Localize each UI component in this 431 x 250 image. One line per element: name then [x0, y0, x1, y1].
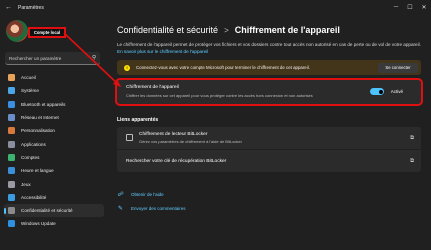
related-links-heading: Liens apparentés	[117, 117, 159, 123]
sidebar-item-label: Système	[21, 88, 39, 94]
windows-update-icon	[8, 220, 15, 228]
encryption-toggle[interactable]	[370, 88, 384, 95]
bitlocker-icon	[126, 134, 133, 141]
search-box[interactable]: ⚲	[5, 52, 100, 65]
search-input[interactable]	[9, 55, 89, 61]
warning-icon: !	[124, 64, 130, 71]
sidebar-item-label: Applications	[21, 141, 46, 147]
sidebar-item-network[interactable]: Réseau et Internet	[4, 111, 104, 124]
sidebar-item-label: Windows Update	[21, 221, 56, 227]
intro-description: Le chiffrement de l'appareil permet de p…	[117, 42, 421, 47]
maximize-icon[interactable]: ☐	[403, 0, 417, 14]
sidebar-item-label: Jeux	[21, 181, 31, 187]
sidebar-item-home[interactable]: Accueil	[4, 71, 104, 84]
encryption-description: Chiffrer les données sur cet appareil po…	[126, 92, 313, 98]
encryption-title: Chiffrement de l'appareil	[126, 85, 179, 90]
brush-icon	[8, 127, 15, 135]
sidebar-item-label: Bluetooth et appareils	[21, 101, 66, 107]
back-arrow-icon[interactable]: ←	[5, 3, 15, 13]
sidebar-item-accessibility[interactable]: Accessibilité	[4, 191, 104, 204]
encryption-state-label: Activé	[390, 89, 403, 94]
home-icon	[8, 74, 15, 82]
sidebar-item-system[interactable]: Système	[4, 84, 104, 97]
accessibility-icon	[8, 193, 15, 201]
feedback-icon: ✎	[117, 206, 124, 212]
shield-icon	[8, 207, 15, 215]
help-icon: ☍	[117, 192, 124, 198]
feedback-label: Envoyer des commentaires	[131, 206, 186, 211]
window-title: Paramètres	[18, 5, 44, 11]
window-controls: ─ ☐ ✕	[389, 0, 431, 14]
sidebar-item-label: Heure et langue	[21, 168, 54, 174]
learn-more-link[interactable]: En savoir plus sur le chiffrement de l'a…	[117, 49, 208, 54]
intro-text: Le chiffrement de l'appareil permet de p…	[117, 41, 421, 55]
search-icon[interactable]: ⚲	[92, 55, 96, 61]
network-icon	[8, 114, 15, 122]
sidebar-item-label: Accessibilité	[21, 194, 47, 200]
avatar[interactable]	[6, 20, 28, 42]
get-help-link[interactable]: ☍ Obtenir de l'aide	[117, 191, 186, 198]
bitlocker-title: Chiffrement de lecteur BitLocker	[139, 132, 208, 137]
sidebar-item-games[interactable]: Jeux	[4, 177, 104, 190]
breadcrumb: Confidentialité et sécurité > Chiffrement …	[117, 25, 340, 35]
accounts-icon	[8, 153, 15, 161]
system-icon	[8, 87, 15, 95]
breadcrumb-parent[interactable]: Confidentialité et sécurité	[117, 25, 218, 35]
close-icon[interactable]: ✕	[417, 0, 431, 14]
sidebar-item-shield[interactable]: Confidentialité et sécurité	[4, 203, 104, 218]
games-icon	[8, 180, 15, 188]
feedback-link[interactable]: ✎ Envoyer des commentaires	[117, 205, 186, 212]
account-label: Compte local	[28, 27, 66, 38]
sidebar-item-label: Confidentialité et sécurité	[21, 208, 73, 214]
page-title: Chiffrement de l'appareil	[234, 25, 340, 35]
sidebar-item-apps[interactable]: Applications	[4, 137, 104, 150]
get-help-label: Obtenir de l'aide	[131, 192, 164, 197]
sidebar-nav: Accueil Système Bluetooth et appareils Rése…	[4, 71, 104, 231]
sidebar-item-time-language[interactable]: Heure et langue	[4, 164, 104, 177]
banner-text: Connectez-vous avec votre compte Microso…	[136, 65, 310, 70]
microsoft-account-banner: ! Connectez-vous avec votre compte Micro…	[117, 60, 421, 75]
sidebar-item-label: Réseau et Internet	[21, 115, 59, 121]
breadcrumb-separator: >	[224, 26, 229, 35]
external-link-icon: ⧉	[410, 158, 414, 164]
device-encryption-card: Chiffrement de l'appareil Chiffrer les d…	[115, 78, 423, 106]
bitlocker-link[interactable]: Chiffrement de lecteur BitLocker Gérez v…	[117, 127, 421, 149]
recovery-key-link[interactable]: Rechercher votre clé de récupération Bit…	[117, 150, 421, 172]
sidebar-item-brush[interactable]: Personnalisation	[4, 124, 104, 137]
sidebar-item-bluetooth[interactable]: Bluetooth et appareils	[4, 98, 104, 111]
sidebar-item-label: Personnalisation	[21, 128, 55, 134]
sidebar-item-accounts[interactable]: Comptes	[4, 151, 104, 164]
help-links: ☍ Obtenir de l'aide ✎ Envoyer des commen…	[117, 191, 186, 212]
sidebar-item-windows-update[interactable]: Windows Update	[4, 217, 104, 230]
bitlocker-subtitle: Gérez vos paramètres de chiffrement à l'…	[139, 139, 242, 144]
minimize-icon[interactable]: ─	[389, 0, 403, 14]
title-bar: ← Paramètres	[0, 0, 431, 16]
recovery-key-title: Rechercher votre clé de récupération Bit…	[126, 159, 227, 164]
sidebar-item-label: Accueil	[21, 75, 36, 81]
external-link-icon: ⧉	[410, 135, 414, 141]
time-language-icon	[8, 167, 15, 175]
profile: Compte local	[4, 18, 66, 48]
sidebar-item-label: Comptes	[21, 154, 40, 160]
apps-icon	[8, 140, 15, 148]
sign-in-button[interactable]: Se connecter	[378, 62, 418, 73]
bluetooth-icon	[8, 100, 15, 108]
